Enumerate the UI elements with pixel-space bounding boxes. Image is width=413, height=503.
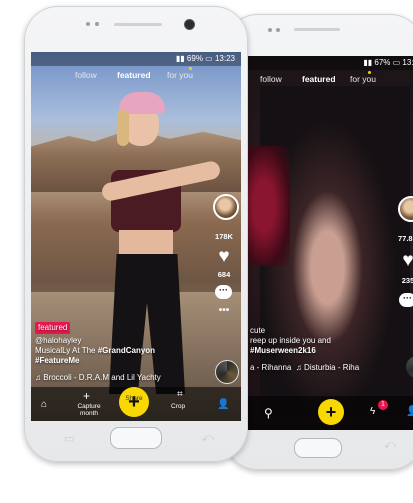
caption-prefix: MusicalLy At The (35, 346, 98, 355)
sound-b: Disturbia - Riha (304, 363, 360, 372)
sound-line[interactable]: a - Rihanna ♫ Disturbia - Riha (250, 363, 400, 373)
creator-avatar[interactable] (398, 196, 413, 222)
record-disc-icon[interactable] (215, 360, 239, 384)
battery-percent: 67% (374, 58, 391, 67)
likes-count: 77.8K (397, 234, 413, 243)
battery-icon: ▭ (392, 58, 401, 67)
caption-username[interactable]: @halohayley (35, 336, 207, 346)
comments-count: 235 (401, 276, 413, 285)
comment-icon[interactable]: ··· (215, 285, 232, 299)
caption-hashtag[interactable]: #Muserween2k16 (250, 346, 400, 356)
right-phone: ▮▮ 67% ▭ 13:2 follow featured for you 77… (224, 14, 413, 470)
profile-icon[interactable]: 👤 (406, 406, 413, 417)
sound-name: Broccoli - D.R.A.M and Lil Yachty (43, 373, 161, 382)
left-phone: ▮▮ 69% ▭ 13:23 follow featured for you 1… (24, 6, 248, 462)
likes-count: 178K (215, 232, 233, 241)
right-status-bar: ▮▮ 67% ▭ 13:2 (246, 56, 413, 70)
more-icon[interactable]: ••• (207, 305, 241, 316)
signal-icon: ▮▮ (175, 54, 185, 63)
sound-line[interactable]: ♫ Broccoli - D.R.A.M and Lil Yachty (35, 373, 207, 383)
comment-icon[interactable]: ··· (399, 293, 413, 307)
music-note-icon: ♫ (295, 363, 302, 372)
capture-icon[interactable]: + (83, 389, 90, 403)
left-phone-sensor-2 (95, 22, 99, 26)
left-back-key[interactable]: ⤺ (202, 432, 214, 445)
left-bottom-nav: ⌂ + Capture month + Share ⌗ Crop 👤 (31, 387, 241, 421)
create-plus-button[interactable]: + (318, 399, 344, 425)
right-caption: cute reep up inside you and #Muserween2k… (250, 326, 400, 373)
tab-featured[interactable]: featured (117, 70, 151, 80)
battery-percent: 69% (186, 54, 203, 63)
hashtag-featureme[interactable]: #FeatureMe (35, 356, 207, 366)
signal-icon: ▮▮ (363, 58, 373, 67)
crop-icon[interactable]: ⌗ (177, 389, 183, 400)
clock: 13:23 (214, 54, 235, 63)
music-note-icon: ♫ (35, 373, 41, 382)
red-cloth (246, 146, 290, 266)
profile-icon[interactable]: 👤 (217, 399, 229, 410)
left-action-rail: 178K ♥ 684 ··· ••• (207, 194, 241, 316)
left-caption: featured @halohayley MusicalLy At The #G… (35, 322, 207, 383)
notification-badge: 1 (378, 400, 388, 410)
left-recents-key[interactable]: ▭ (64, 432, 74, 445)
left-feed-tabs: follow featured for you (31, 67, 241, 86)
dancer-hair (117, 110, 129, 146)
new-dot-indicator (368, 71, 371, 74)
right-bottom-nav: ⚲ + ϟ 1 👤 (246, 396, 413, 430)
left-home-button[interactable] (110, 427, 162, 449)
home-icon[interactable]: ⌂ (41, 399, 47, 410)
left-status-bar: ▮▮ 69% ▭ 13:23 (31, 52, 241, 66)
right-back-key[interactable]: ⤺ (384, 439, 396, 452)
left-phone-speaker (114, 23, 162, 26)
left-phone-screen: ▮▮ 69% ▭ 13:23 follow featured for you 1… (31, 52, 241, 421)
new-dot-indicator (189, 67, 192, 70)
tab-for-you[interactable]: for you (350, 74, 376, 84)
heart-icon[interactable]: ♥ (392, 251, 413, 270)
right-phone-speaker (294, 28, 340, 31)
dancer-midriff (119, 230, 173, 256)
sound-a: a - Rihanna (250, 363, 292, 372)
right-feed-tabs: follow featured for you (246, 71, 413, 90)
create-plus-button[interactable]: + (119, 387, 149, 417)
right-home-button[interactable] (294, 438, 342, 458)
tab-for-you[interactable]: for you (167, 70, 193, 80)
tab-follow[interactable]: follow (75, 70, 97, 80)
left-phone-sensor (86, 22, 90, 26)
comments-count: 684 (217, 270, 231, 279)
heart-icon[interactable]: ♥ (207, 247, 241, 266)
tab-follow[interactable]: follow (260, 74, 282, 84)
search-icon[interactable]: ⚲ (264, 406, 273, 420)
notifications-icon[interactable]: ϟ (370, 406, 375, 417)
right-action-rail: 77.8K ♥ 235 ··· (392, 196, 413, 307)
creator-avatar[interactable] (213, 194, 239, 220)
caption-line2: reep up inside you and (250, 336, 331, 345)
featured-badge: featured (35, 322, 71, 334)
tab-featured[interactable]: featured (302, 74, 336, 84)
battery-icon: ▭ (205, 54, 213, 63)
capture-label: Capture month (77, 403, 101, 417)
caption-text: MusicalLy At The #GrandCanyon (35, 346, 207, 356)
share-label: Share (125, 395, 143, 402)
crop-label: Crop (171, 403, 186, 410)
clock: 13:2 (402, 58, 413, 67)
right-phone-screen: ▮▮ 67% ▭ 13:2 follow featured for you 77… (246, 56, 413, 430)
hashtag-grandcanyon[interactable]: #GrandCanyon (98, 346, 155, 355)
front-camera (184, 19, 195, 30)
caption-line1: cute (250, 326, 266, 335)
right-phone-sensor (268, 28, 272, 32)
right-phone-sensor-2 (276, 28, 280, 32)
